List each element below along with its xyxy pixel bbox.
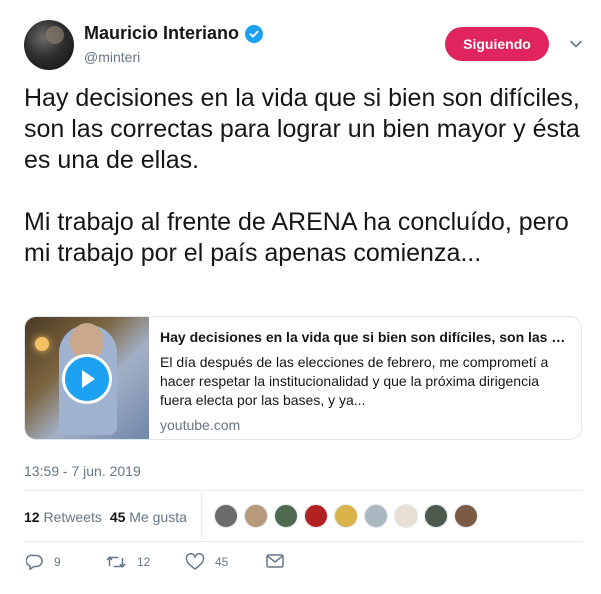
stats-separator [201,492,202,538]
liker-avatar[interactable] [424,504,448,528]
likers-avatars [214,504,478,528]
card-description: El día después de las elecciones de febr… [160,354,549,408]
author-name-row[interactable]: Mauricio Interiano [84,23,264,44]
liker-avatar[interactable] [364,504,388,528]
author-name[interactable]: Mauricio Interiano [84,23,239,44]
following-button[interactable]: Siguiendo [445,27,549,61]
likes-count: 45 [109,509,126,525]
divider [24,541,582,542]
liker-avatar[interactable] [334,504,358,528]
video-thumbnail[interactable] [25,317,149,439]
author-avatar[interactable] [24,20,74,70]
engagement-stats: 12 Retweets 45 Me gusta [24,509,187,525]
retweet-count: 12 [137,555,151,569]
chevron-down-icon[interactable] [568,36,584,52]
likes-stat[interactable]: 45 Me gusta [110,509,187,525]
play-icon[interactable] [62,354,112,404]
like-count: 45 [215,555,229,569]
reply-icon [26,553,44,571]
divider [24,490,582,491]
envelope-icon [265,553,285,569]
verified-badge-icon [245,24,264,43]
author-handle[interactable]: @minteri [84,49,140,65]
liker-avatar[interactable] [394,504,418,528]
retweets-label: Retweets [43,509,102,525]
liker-avatar[interactable] [214,504,238,528]
liker-avatar[interactable] [454,504,478,528]
liker-avatar[interactable] [304,504,328,528]
card-title: Hay decisiones en la vida que si bien so… [160,329,570,345]
direct-message-button[interactable] [265,553,285,569]
tweet-text: Hay decisiones en la vida que si bien so… [24,84,580,267]
heart-icon [185,553,205,571]
youtube-link-card[interactable]: Hay decisiones en la vida que si bien so… [24,316,582,440]
like-button[interactable]: 45 [185,553,228,571]
likes-label: Me gusta [129,509,187,525]
liker-avatar[interactable] [244,504,268,528]
retweet-icon [105,553,127,571]
reply-count: 9 [54,555,61,569]
liker-avatar[interactable] [274,504,298,528]
retweets-count: 12 [24,509,40,525]
tweet-timestamp[interactable]: 13:59 - 7 jun. 2019 [24,463,141,479]
card-domain: youtube.com [160,417,241,433]
retweet-button[interactable]: 12 [105,553,150,571]
retweets-stat[interactable]: 12 Retweets [24,509,102,525]
reply-button[interactable]: 9 [26,553,61,571]
